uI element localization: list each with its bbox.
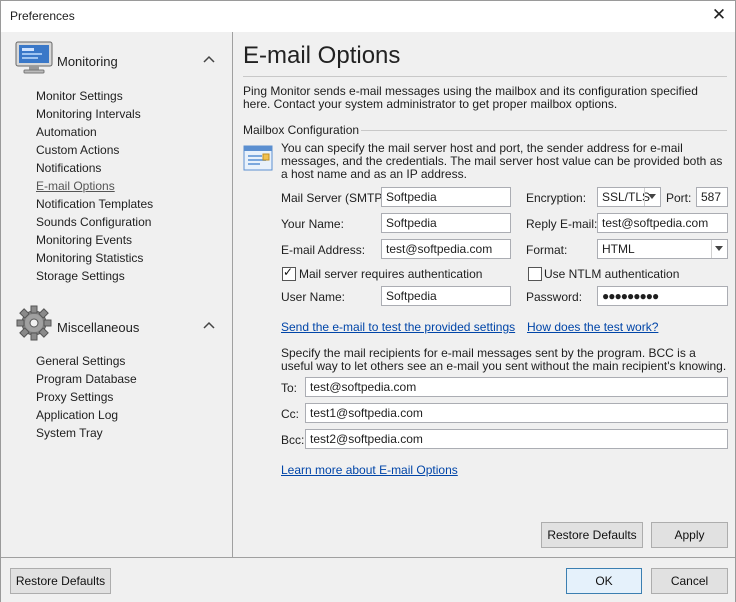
section-title: Mailbox Configuration (243, 123, 360, 137)
footer-restore-defaults-button[interactable]: Restore Defaults (10, 568, 111, 594)
to-input[interactable]: test@softpedia.com (305, 377, 728, 397)
page-title: E-mail Options (243, 42, 401, 69)
preferences-window: Preferences ✕ Monitoring Monitor Setting… (0, 0, 736, 602)
group-title: Monitoring (57, 54, 118, 69)
user-name-input[interactable]: Softpedia (381, 286, 511, 306)
mail-server-label: Mail Server (SMTP): (281, 191, 390, 205)
chevron-up-icon[interactable] (203, 54, 215, 64)
sidebar-item-notification-templates[interactable]: Notification Templates (36, 197, 153, 211)
auth-checkbox[interactable] (282, 265, 296, 281)
encryption-value: SSL/TLS (602, 190, 651, 204)
cancel-button[interactable]: Cancel (651, 568, 728, 594)
section-description: You can specify the mail server host and… (281, 141, 723, 181)
group-title: Miscellaneous (57, 320, 140, 335)
sidebar-item-system-tray[interactable]: System Tray (36, 426, 103, 440)
sidebar-item-automation[interactable]: Automation (36, 125, 97, 139)
password-input[interactable]: ●●●●●●●●● (597, 286, 728, 306)
title-divider (243, 76, 727, 77)
intro-text: Ping Monitor sends e-mail messages using… (243, 84, 698, 111)
sidebar-item-monitor-settings[interactable]: Monitor Settings (36, 89, 123, 103)
format-value: HTML (602, 242, 635, 256)
chevron-up-icon[interactable] (203, 320, 215, 330)
ntlm-checkbox[interactable] (528, 267, 542, 281)
mail-server-input[interactable]: Softpedia (381, 187, 511, 207)
chevron-down-icon (711, 240, 727, 258)
title-bar: Preferences ✕ (1, 1, 735, 32)
chevron-down-icon (644, 188, 660, 206)
sidebar: Monitoring Monitor Settings Monitoring I… (1, 32, 233, 557)
encryption-select[interactable]: SSL/TLS (597, 187, 661, 207)
how-test-link[interactable]: How does the test work? (527, 320, 658, 334)
sidebar-item-proxy-settings[interactable]: Proxy Settings (36, 390, 113, 404)
close-icon[interactable]: ✕ (711, 6, 727, 24)
bcc-input[interactable]: test2@softpedia.com (305, 429, 728, 449)
reply-email-input[interactable]: test@softpedia.com (597, 213, 728, 233)
main-panel: E-mail Options Ping Monitor sends e-mail… (233, 32, 735, 557)
sidebar-item-application-log[interactable]: Application Log (36, 408, 118, 422)
sidebar-item-notifications[interactable]: Notifications (36, 161, 101, 175)
port-label: Port: (666, 191, 692, 205)
your-name-input[interactable]: Softpedia (381, 213, 511, 233)
sidebar-item-monitoring-events[interactable]: Monitoring Events (36, 233, 132, 247)
section-divider (361, 130, 727, 131)
ntlm-label[interactable]: Use NTLM authentication (544, 267, 679, 281)
email-address-label: E-mail Address: (281, 243, 366, 257)
recipients-description: Specify the mail recipients for e-mail m… (281, 346, 727, 373)
send-test-link[interactable]: Send the e-mail to test the provided set… (281, 320, 515, 334)
port-input[interactable]: 587 (696, 187, 728, 207)
ok-button[interactable]: OK (566, 568, 642, 594)
user-name-label: User Name: (281, 290, 346, 304)
format-label: Format: (526, 243, 568, 257)
cc-label: Cc: (281, 407, 299, 421)
bcc-label: Bcc: (281, 433, 305, 447)
format-select[interactable]: HTML (597, 239, 728, 259)
envelope-icon (243, 145, 273, 171)
to-label: To: (281, 381, 298, 395)
sidebar-item-storage-settings[interactable]: Storage Settings (36, 269, 125, 283)
sidebar-item-monitoring-intervals[interactable]: Monitoring Intervals (36, 107, 141, 121)
email-address-input[interactable]: test@softpedia.com (381, 239, 511, 259)
gear-icon (16, 305, 52, 341)
restore-defaults-button[interactable]: Restore Defaults (541, 522, 643, 548)
dialog-footer: Restore Defaults OK Cancel (1, 557, 735, 602)
sidebar-item-program-database[interactable]: Program Database (36, 372, 137, 386)
encryption-label: Encryption: (526, 191, 587, 205)
password-label: Password: (526, 290, 583, 304)
cc-input[interactable]: test1@softpedia.com (305, 403, 728, 423)
reply-email-label: Reply E-mail: (526, 217, 598, 231)
sidebar-item-monitoring-statistics[interactable]: Monitoring Statistics (36, 251, 143, 265)
monitor-icon (15, 41, 53, 74)
learn-more-link[interactable]: Learn more about E-mail Options (281, 463, 458, 477)
auth-label[interactable]: Mail server requires authentication (299, 267, 482, 281)
sidebar-item-sounds-configuration[interactable]: Sounds Configuration (36, 215, 151, 229)
your-name-label: Your Name: (281, 217, 344, 231)
sidebar-item-general-settings[interactable]: General Settings (36, 354, 125, 368)
sidebar-item-email-options[interactable]: E-mail Options (36, 179, 115, 193)
apply-button[interactable]: Apply (651, 522, 728, 548)
window-title: Preferences (10, 9, 75, 23)
sidebar-item-custom-actions[interactable]: Custom Actions (36, 143, 119, 157)
